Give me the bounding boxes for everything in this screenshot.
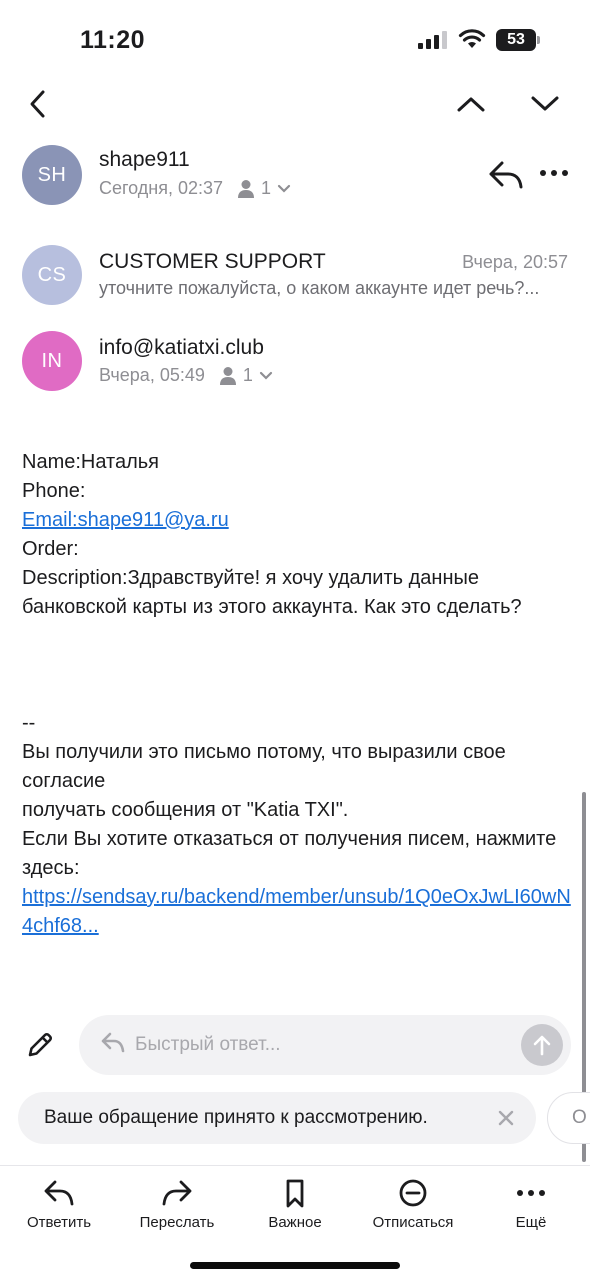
toolbar-more-label: Ещё xyxy=(515,1214,547,1231)
more-icon xyxy=(517,1190,545,1196)
recipients-count: 1 xyxy=(242,365,253,385)
toolbar-reply-button[interactable]: Ответить xyxy=(4,1178,114,1231)
person-icon xyxy=(238,179,255,198)
footer-line-2: получать сообщения от "Katia TXI". xyxy=(22,799,349,821)
toolbar-important-label: Важное xyxy=(268,1214,322,1231)
toolbar-reply-label: Ответить xyxy=(26,1214,92,1231)
quick-reply-input[interactable] xyxy=(135,1030,505,1060)
chevron-down-icon[interactable] xyxy=(277,184,291,194)
battery-icon: 53 xyxy=(496,29,540,51)
pencil-icon xyxy=(28,1033,52,1057)
forward-icon xyxy=(162,1180,192,1206)
message-body: Name:Наталья Phone: Email:shape911@ya.ru… xyxy=(22,448,572,941)
suggestion-label: Ваше обращение принято к рассмотрению. xyxy=(44,1107,428,1128)
reply-button[interactable] xyxy=(488,158,524,192)
next-message-button[interactable] xyxy=(527,88,563,120)
reply-icon xyxy=(44,1180,74,1206)
status-time: 11:20 xyxy=(80,26,146,54)
message-meta: Сегодня, 02:37 1 xyxy=(99,178,297,199)
reply-icon xyxy=(489,161,523,189)
recipients-count: 1 xyxy=(261,178,272,198)
arrow-up-icon xyxy=(533,1035,551,1056)
status-bar: 11:20 53 xyxy=(0,0,590,80)
body-description: Description:Здравствуйте! я хочу удалить… xyxy=(22,567,522,618)
thread-message-shape911[interactable]: SH shape911 Сегодня, 02:37 1 xyxy=(0,144,590,210)
footer-line-3: Если Вы хотите отказаться от получения п… xyxy=(22,828,562,879)
wifi-icon xyxy=(458,28,486,50)
chevron-up-icon xyxy=(457,97,485,112)
more-icon xyxy=(540,170,568,176)
message-date: Сегодня, 02:37 xyxy=(99,178,224,198)
toolbar-more-button[interactable]: Ещё xyxy=(476,1178,586,1231)
email-link[interactable]: Email:shape911@ya.ru xyxy=(22,509,229,531)
back-button[interactable] xyxy=(20,88,56,120)
unsubscribe-icon xyxy=(399,1179,427,1207)
unsubscribe-link[interactable]: https://sendsay.ru/backend/member/unsub/… xyxy=(22,886,571,937)
person-icon xyxy=(219,366,236,385)
message-preview: уточните пожалуйста, о каком аккаунте ид… xyxy=(99,278,540,298)
chevron-down-icon[interactable] xyxy=(259,371,273,381)
message-meta: Вчера, 05:49 1 xyxy=(99,365,279,386)
avatar: IN xyxy=(22,331,82,391)
message-more-button[interactable] xyxy=(538,166,570,180)
toolbar-forward-button[interactable]: Переслать xyxy=(122,1178,232,1231)
avatar: SH xyxy=(22,145,82,205)
chevron-down-icon xyxy=(531,96,559,111)
avatar: CS xyxy=(22,245,82,305)
sender-name: CUSTOMER SUPPORT xyxy=(99,250,326,273)
home-indicator xyxy=(190,1262,400,1269)
nav-bar xyxy=(0,80,590,128)
close-icon[interactable] xyxy=(496,1108,516,1128)
message-date: Вчера, 05:49 xyxy=(99,365,205,385)
footer-line-1: Вы получили это письмо потому, что выраз… xyxy=(22,741,512,792)
sender-name: shape911 xyxy=(99,148,190,171)
body-phone-line: Phone: xyxy=(22,480,86,502)
suggestion-label: О xyxy=(572,1107,587,1128)
previous-message-button[interactable] xyxy=(453,88,489,120)
toolbar-forward-label: Переслать xyxy=(139,1214,215,1231)
thread-message-info[interactable]: IN info@katiatxi.club Вчера, 05:49 1 xyxy=(0,330,590,394)
compose-row xyxy=(0,1015,590,1077)
thread-message-customer-support[interactable]: CS CUSTOMER SUPPORT Вчера, 20:57 уточнит… xyxy=(0,244,590,308)
bookmark-icon xyxy=(286,1179,304,1208)
toolbar-unsubscribe-button[interactable]: Отписаться xyxy=(358,1178,468,1231)
signature-separator: -- xyxy=(22,712,36,734)
cellular-signal-icon xyxy=(418,31,450,49)
toolbar-important-button[interactable]: Важное xyxy=(240,1178,350,1231)
body-name-line: Name:Наталья xyxy=(22,451,160,473)
suggestion-chip[interactable]: Ваше обращение принято к рассмотрению. xyxy=(18,1092,536,1144)
bottom-toolbar: Ответить Переслать Важное Отписаться Ещё xyxy=(0,1165,590,1255)
compose-button[interactable] xyxy=(24,1029,56,1061)
message-date: Вчера, 20:57 xyxy=(462,252,568,272)
quick-reply-suggestions: Ваше обращение принято к рассмотрению. О xyxy=(0,1092,590,1144)
body-order-line: Order: xyxy=(22,538,79,560)
battery-level: 53 xyxy=(496,29,536,51)
send-button[interactable] xyxy=(521,1024,563,1066)
chevron-left-icon xyxy=(30,90,45,118)
quick-reply-field[interactable] xyxy=(79,1015,571,1075)
reply-icon xyxy=(101,1032,125,1053)
suggestion-chip[interactable]: О xyxy=(547,1092,590,1144)
toolbar-unsubscribe-label: Отписаться xyxy=(372,1214,454,1231)
sender-name: info@katiatxi.club xyxy=(99,336,264,359)
